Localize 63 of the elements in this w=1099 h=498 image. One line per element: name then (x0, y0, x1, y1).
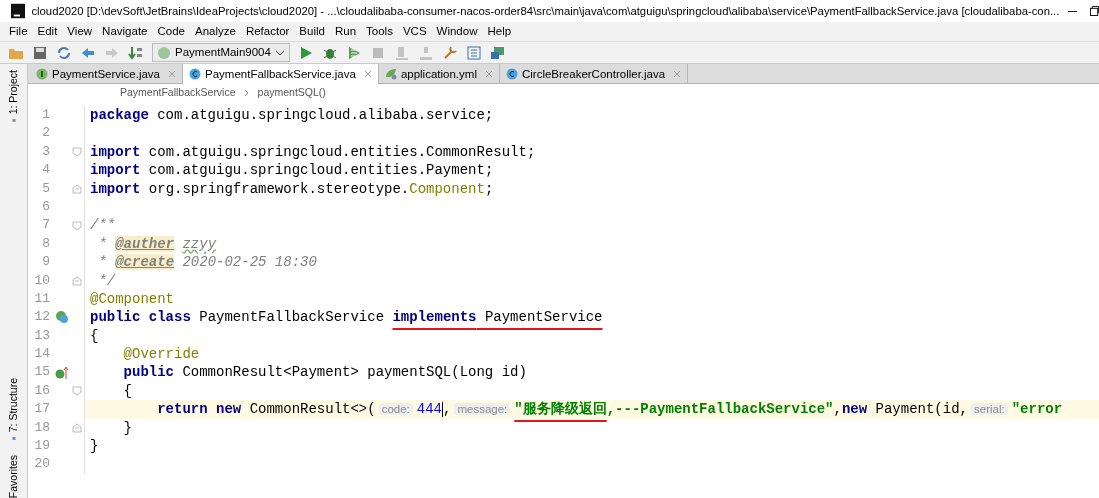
menu-item[interactable]: Navigate (97, 22, 153, 41)
line-number: 1 (41, 106, 50, 124)
tool-window-tab[interactable]: 1: Project (5, 70, 22, 115)
code-line: import com.atguigu.springcloud.entities.Payment; (89, 161, 495, 180)
line-number: 15 (33, 363, 50, 382)
editor-tab[interactable]: application.yml (378, 64, 500, 84)
menu-item[interactable]: VCS (397, 22, 432, 41)
code-line: */ (97, 271, 117, 290)
window-title: cloud2020 [D:\devSoft\JetBrains\IdeaProjects\cloud2020] - ...\cloudalibaba-consumer-nacos-order84\src\main\java\com\atguigu\springcloud\alibaba\service\PaymentFallbackService.java [cloudalibaba-con... (31, 3, 1060, 19)
code-line: public CommonResult<Payment> paymentSQL(Long id) (122, 363, 528, 382)
line-number: 4 (41, 161, 50, 180)
line-number: 8 (41, 234, 50, 253)
code-line: { (89, 326, 100, 346)
line-number: 2 (41, 124, 50, 143)
parameter-hint: code: (378, 403, 413, 416)
menu-item[interactable]: Edit (32, 22, 63, 41)
parameter-hint: serial: (971, 403, 1008, 416)
code-line: @Component (89, 289, 175, 309)
parameter-hint: message: (454, 403, 511, 416)
breadcrumb-item[interactable]: paymentSQL() (257, 85, 326, 101)
menu-item[interactable]: Code (152, 22, 190, 41)
run-config-dropdown[interactable]: PaymentMain9004 (152, 43, 290, 62)
menu-item[interactable]: View (62, 22, 98, 41)
line-number: 14 (33, 345, 50, 364)
menu-item[interactable]: Build (294, 22, 330, 41)
code-line: public class PaymentFallbackService implements PaymentService (89, 308, 604, 327)
line-number: 20 (33, 455, 50, 474)
code-line: } (122, 418, 133, 438)
tool-window-tab[interactable]: 7: Structure (5, 377, 22, 433)
line-number: 10 (33, 271, 50, 290)
code-line: } (89, 437, 100, 456)
menu-item[interactable]: Refactor (240, 22, 295, 41)
code-line: { (122, 381, 133, 401)
code-line: * @auther zzyy (97, 234, 218, 254)
menu-item[interactable]: Run (329, 22, 362, 41)
code-line: @Override (122, 345, 201, 364)
editor-tab[interactable]: CircleBreakerController.java (499, 64, 689, 84)
menu-item[interactable]: Analyze (189, 22, 241, 41)
menu-item[interactable]: File (4, 22, 33, 41)
line-number: 3 (41, 142, 50, 161)
line-number: 12 (33, 308, 50, 327)
menu-item[interactable]: Window (431, 22, 483, 41)
code-line: import org.springframework.stereotype.Component; (89, 179, 495, 198)
line-number: 18 (33, 418, 50, 437)
line-number: 19 (33, 437, 50, 456)
breadcrumb-item[interactable]: PaymentFallbackService (120, 85, 236, 101)
editor-tab[interactable]: PaymentFallbackService.java (183, 64, 379, 84)
line-number: 11 (33, 289, 50, 308)
code-line: * @create 2020-02-25 18:30 (97, 253, 318, 272)
line-number: 5 (41, 179, 50, 198)
code-line: return new CommonResult<>( code: 444, message: "服务降级返回,---PaymentFallbackService",new Payment(id, serial: "error (156, 400, 1064, 419)
menu-item[interactable]: Tools (361, 22, 398, 41)
tool-window-tab[interactable]: Favorites (5, 454, 22, 498)
line-number: 7 (41, 216, 50, 235)
code-line: import com.atguigu.springcloud.entities.CommonResult; (89, 142, 537, 162)
line-number: 9 (41, 253, 50, 272)
line-number: 17 (33, 400, 50, 419)
line-number: 16 (33, 381, 50, 400)
code-line: package com.atguigu.springcloud.alibaba.service; (89, 106, 495, 125)
code-line: /** (89, 216, 117, 235)
line-number: 13 (33, 326, 50, 345)
line-number: 6 (41, 197, 50, 216)
menu-item[interactable]: Help (482, 22, 517, 41)
